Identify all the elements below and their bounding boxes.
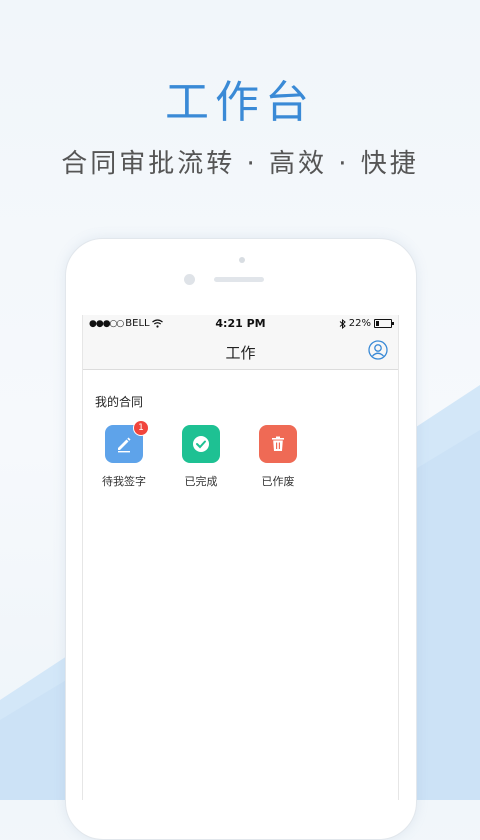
battery-icon <box>374 319 394 328</box>
tile-voided[interactable]: 已作废 <box>248 425 308 489</box>
notification-badge: 1 <box>133 420 149 436</box>
phone-earpiece <box>214 277 264 282</box>
headline: 工作台 <box>165 77 315 128</box>
tile-completed[interactable]: 已完成 <box>171 425 231 489</box>
status-bar: ●●●○○ BELL 4:21 PM 22% <box>83 315 398 333</box>
tile-label: 待我签字 <box>102 475 146 488</box>
tile-icon-bg: 1 <box>105 420 149 463</box>
tile-icon-bg <box>182 425 220 463</box>
section-title: 我的合同 <box>95 395 144 409</box>
tile-label: 已完成 <box>184 475 218 488</box>
status-right: 22% <box>339 318 394 329</box>
tile-pending-sign[interactable]: 1 待我签字 <box>94 420 154 489</box>
battery-percent: 22% <box>348 318 371 329</box>
nav-bar: 工作 <box>83 333 398 370</box>
tile-icon-bg <box>259 425 297 463</box>
battery-fill <box>376 321 379 326</box>
phone-screen: ●●●○○ BELL 4:21 PM 22% 工作 我的合同 1 待我签字 已完… <box>82 315 399 800</box>
page-title: 工作 <box>225 344 256 362</box>
edit-icon <box>118 437 131 453</box>
trash-icon <box>272 436 284 451</box>
user-profile-icon[interactable] <box>368 340 388 360</box>
tile-label: 已作废 <box>261 475 295 488</box>
subline: 合同审批流转 · 高效 · 快捷 <box>61 149 419 179</box>
phone-sensor-dot <box>239 257 245 263</box>
check-circle-icon <box>193 436 209 452</box>
bluetooth-icon <box>339 318 346 329</box>
phone-camera <box>184 274 195 285</box>
